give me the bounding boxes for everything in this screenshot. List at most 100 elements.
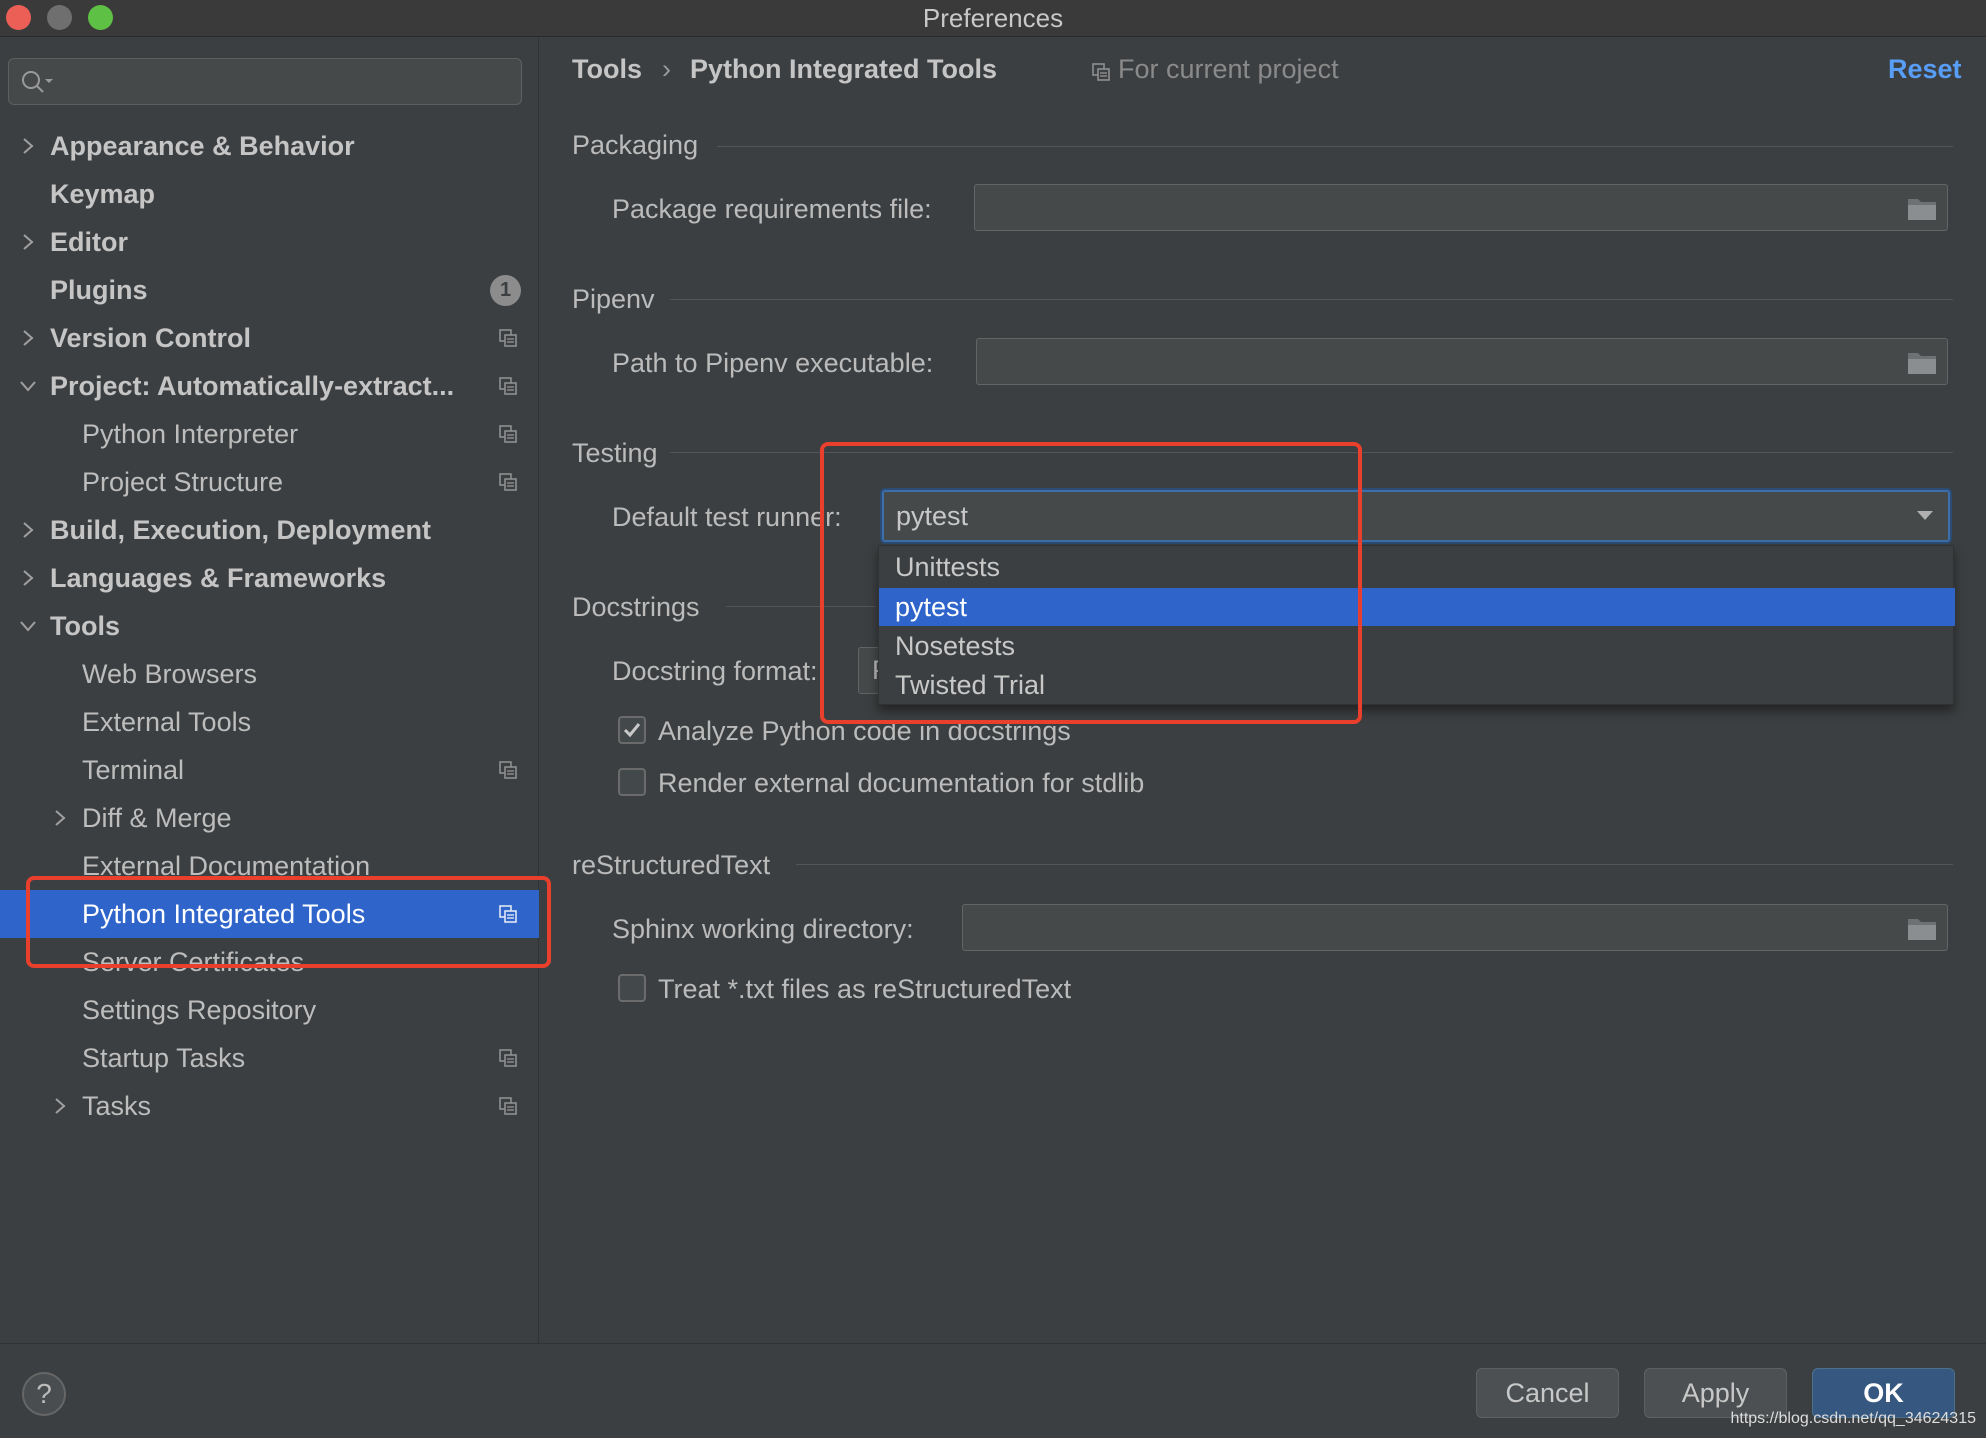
sidebar-item-label: Web Browsers [82, 658, 258, 689]
sidebar-item-python-interpreter[interactable]: Python Interpreter [0, 410, 539, 458]
reset-link[interactable]: Reset [1888, 54, 1962, 85]
dropdown-option-nosetests[interactable]: Nosetests [879, 627, 1955, 665]
docstring-format-label: Docstring format: [612, 656, 818, 686]
help-button[interactable]: ? [22, 1372, 66, 1416]
cancel-button[interactable]: Cancel [1476, 1368, 1619, 1418]
chevron-right-icon [55, 1098, 66, 1114]
test-runner-label: Default test runner: [612, 502, 842, 532]
breadcrumb-separator: › [662, 54, 671, 84]
sidebar-item-python-integrated-tools[interactable]: Python Integrated Tools [0, 890, 539, 938]
sidebar-item-label: Python Interpreter [82, 418, 299, 449]
sidebar-item-label: Diff & Merge [82, 802, 232, 833]
sidebar-item-label: Settings Repository [82, 994, 317, 1025]
folder-icon[interactable] [1907, 349, 1937, 375]
package-requirements-field[interactable] [974, 184, 1948, 231]
sidebar-item-startup-tasks[interactable]: Startup Tasks [0, 1034, 539, 1082]
chevron-down-icon [1917, 511, 1933, 520]
sidebar-item-label: Project: Automatically-extract... [50, 370, 455, 401]
project-scope-icon [499, 425, 517, 443]
sidebar-item-label: Server Certificates [82, 946, 305, 977]
test-runner-select[interactable]: pytest [882, 490, 1950, 542]
settings-search-input[interactable] [8, 58, 522, 105]
sidebar-item-label: Keymap [50, 178, 156, 209]
pipenv-path-label: Path to Pipenv executable: [612, 348, 934, 378]
treat-txt-as-rest-checkbox[interactable] [618, 974, 646, 1002]
project-scope-icon [499, 761, 517, 779]
sidebar-item-web-browsers[interactable]: Web Browsers [0, 650, 539, 698]
project-scope-icon [499, 473, 517, 491]
sphinx-directory-field[interactable] [962, 904, 1948, 951]
project-scope-icon [499, 1097, 517, 1115]
sidebar-item-plugins[interactable]: Plugins 1 [0, 266, 539, 314]
sidebar-item-terminal[interactable]: Terminal [0, 746, 539, 794]
plugins-update-badge: 1 [490, 274, 521, 306]
dropdown-option-pytest[interactable]: pytest [879, 588, 1955, 626]
section-title-restructuredtext: reStructuredText [572, 850, 771, 880]
sidebar-item-external-tools[interactable]: External Tools [0, 698, 539, 746]
breadcrumb-parent[interactable]: Tools [572, 54, 642, 85]
test-runner-dropdown-list: Unittests pytest Nosetests Twisted Trial [878, 545, 1955, 705]
page-title: Python Integrated Tools [690, 54, 998, 84]
render-stdlib-docs-checkbox[interactable] [618, 768, 646, 796]
project-scope-icon [499, 905, 517, 923]
sidebar-item-label: Terminal [82, 754, 185, 785]
folder-icon[interactable] [1907, 915, 1937, 941]
project-scope-icon [499, 329, 517, 347]
window-title: Preferences [922, 3, 1064, 33]
checkmark-icon [623, 723, 641, 738]
project-scope-icon [499, 1049, 517, 1067]
render-stdlib-docs-label: Render external documentation for stdlib [658, 768, 1145, 798]
section-separator [726, 606, 876, 607]
sidebar-item-label: Python Integrated Tools [82, 898, 366, 929]
scope-label: For current project [1118, 54, 1339, 84]
sidebar-item-label: Plugins [50, 274, 148, 305]
chevron-down-icon [20, 621, 36, 632]
pipenv-path-field[interactable] [976, 338, 1948, 385]
project-scope-icon [1092, 63, 1110, 81]
chevron-right-icon [23, 570, 34, 586]
project-scope-icon [499, 377, 517, 395]
settings-sidebar: Appearance & Behavior Keymap Editor Plug… [0, 38, 539, 1343]
section-separator [670, 452, 1953, 453]
test-runner-value: pytest [896, 501, 969, 531]
chevron-right-icon [23, 522, 34, 538]
sidebar-item-project[interactable]: Project: Automatically-extract... [0, 362, 539, 410]
sidebar-item-label: Tools [50, 610, 120, 641]
sidebar-item-label: External Tools [82, 706, 252, 737]
chevron-right-icon [23, 330, 34, 346]
sidebar-item-settings-repository[interactable]: Settings Repository [0, 986, 539, 1034]
sidebar-item-tools[interactable]: Tools [0, 602, 539, 650]
sidebar-item-label: Startup Tasks [82, 1042, 246, 1073]
analyze-docstrings-checkbox[interactable] [618, 716, 646, 744]
sidebar-item-appearance[interactable]: Appearance & Behavior [0, 122, 539, 170]
title-bar: Preferences [0, 0, 1986, 37]
sidebar-item-label: Editor [50, 226, 128, 257]
sidebar-item-external-documentation[interactable]: External Documentation [0, 842, 539, 890]
sidebar-item-tasks[interactable]: Tasks [0, 1082, 539, 1130]
chevron-right-icon [55, 810, 66, 826]
sidebar-item-label: Tasks [82, 1090, 152, 1121]
analyze-docstrings-label: Analyze Python code in docstrings [658, 716, 1071, 746]
sidebar-item-project-structure[interactable]: Project Structure [0, 458, 539, 506]
dialog-footer: ? Cancel Apply OK https://blog.csdn.net/… [0, 1343, 1986, 1438]
sidebar-item-diff-merge[interactable]: Diff & Merge [0, 794, 539, 842]
sidebar-item-label: Build, Execution, Deployment [50, 514, 432, 545]
dropdown-option-unittests[interactable]: Unittests [879, 548, 1955, 586]
section-separator [796, 864, 1953, 865]
section-title-testing: Testing [572, 438, 658, 468]
search-icon [22, 71, 53, 93]
folder-icon[interactable] [1907, 195, 1937, 221]
dropdown-option-twisted-trial[interactable]: Twisted Trial [879, 666, 1955, 704]
chevron-right-icon [23, 138, 34, 154]
sidebar-item-version-control[interactable]: Version Control [0, 314, 539, 362]
sidebar-item-label: External Documentation [82, 850, 371, 881]
sidebar-item-editor[interactable]: Editor [0, 218, 539, 266]
sphinx-directory-label: Sphinx working directory: [612, 914, 914, 944]
sidebar-item-languages[interactable]: Languages & Frameworks [0, 554, 539, 602]
treat-txt-as-rest-label: Treat *.txt files as reStructuredText [658, 974, 1072, 1004]
sidebar-item-keymap[interactable]: Keymap [0, 170, 539, 218]
section-title-packaging: Packaging [572, 130, 699, 160]
sidebar-item-server-certificates[interactable]: Server Certificates [0, 938, 539, 986]
section-title-pipenv: Pipenv [572, 284, 655, 314]
sidebar-item-build[interactable]: Build, Execution, Deployment [0, 506, 539, 554]
